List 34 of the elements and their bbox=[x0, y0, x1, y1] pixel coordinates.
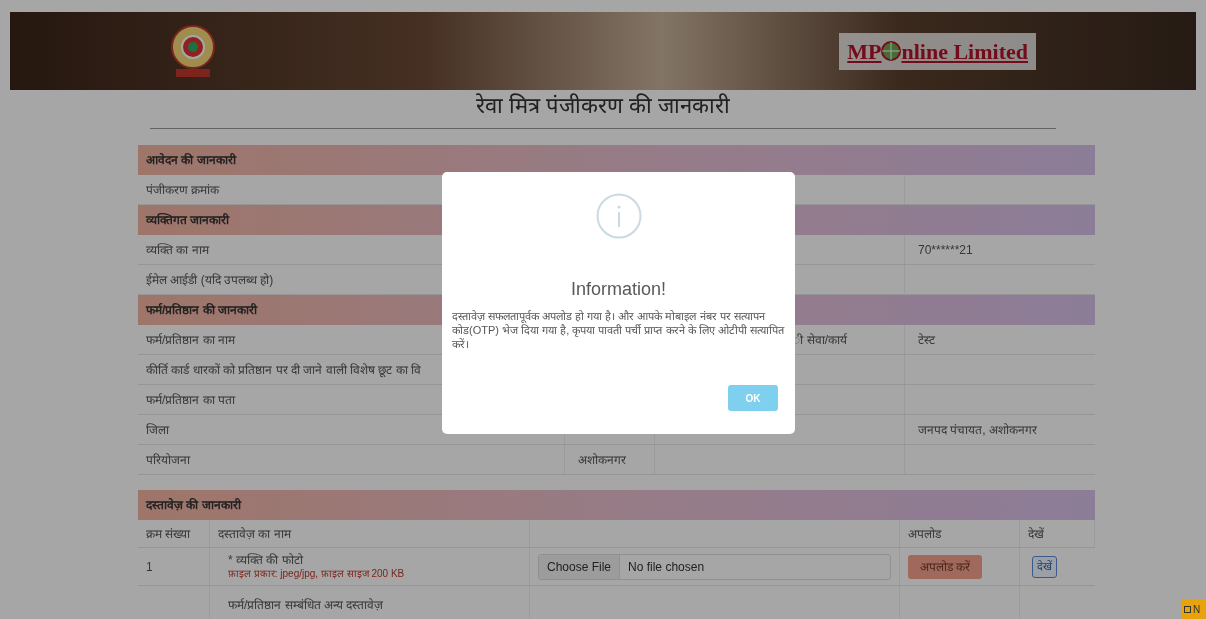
view-button[interactable]: देखें bbox=[1032, 555, 1057, 578]
field-label: फर्म/प्रतिष्ठान का पता bbox=[146, 391, 235, 409]
field-label: ईमेल आईडी (यदि उपलब्ध हो) bbox=[146, 271, 274, 289]
field-value: टेस्ट bbox=[918, 331, 935, 349]
table-cell-text: 1 bbox=[146, 558, 153, 576]
document-name: * व्यक्ति की फोटो bbox=[228, 552, 304, 567]
document-name: फर्म/प्रतिष्ठान सम्बंधित अन्य दस्तावेज़ bbox=[228, 597, 385, 612]
page-title: रेवा मित्र पंजीकरण की जानकारी bbox=[475, 91, 731, 120]
file-hint: फ़ाइल प्रकार: jpeg/jpg, फ़ाइल साइज 200 KB bbox=[228, 566, 406, 581]
field-label: ी सेवा/कार्य bbox=[793, 331, 847, 349]
column-header: अपलोड bbox=[908, 525, 941, 543]
brand-logo: MP nline Limited bbox=[839, 32, 1036, 70]
choose-file-button[interactable]: Choose File bbox=[539, 554, 621, 579]
field-value: 70******21 bbox=[918, 241, 973, 259]
field-label: व्यक्ति का नाम bbox=[146, 241, 209, 259]
square-icon bbox=[1184, 606, 1191, 613]
field-label: पंजीकरण क्रमांक bbox=[146, 181, 220, 199]
field-label: कीर्ति कार्ड धारकों को प्रतिष्ठान पर दी जाने वाली विशेष छूट का वि bbox=[146, 361, 421, 379]
emblem-logo bbox=[170, 23, 216, 79]
column-header: क्रम संख्या bbox=[146, 525, 191, 543]
field-label: परियोजना bbox=[146, 451, 190, 469]
file-status: No file chosen bbox=[627, 558, 706, 576]
column-header: दस्तावेज़ का नाम bbox=[218, 525, 291, 543]
file-input[interactable]: Choose File No file chosen bbox=[538, 553, 891, 580]
section-header: दस्तावेज़ की जानकारी bbox=[138, 490, 1095, 520]
corner-tab[interactable]: N bbox=[1182, 600, 1206, 619]
field-label: फर्म/प्रतिष्ठान का नाम bbox=[146, 331, 235, 349]
column-header: देखें bbox=[1028, 525, 1044, 543]
field-value: अशोकनगर bbox=[578, 451, 626, 469]
field-value: जनपद पंचायत, अशोकनगर bbox=[918, 421, 1037, 439]
field-label: जिला bbox=[146, 421, 169, 439]
globe-icon bbox=[881, 41, 902, 61]
info-icon bbox=[595, 193, 642, 239]
section-header: आवेदन की जानकारी bbox=[138, 145, 1095, 175]
